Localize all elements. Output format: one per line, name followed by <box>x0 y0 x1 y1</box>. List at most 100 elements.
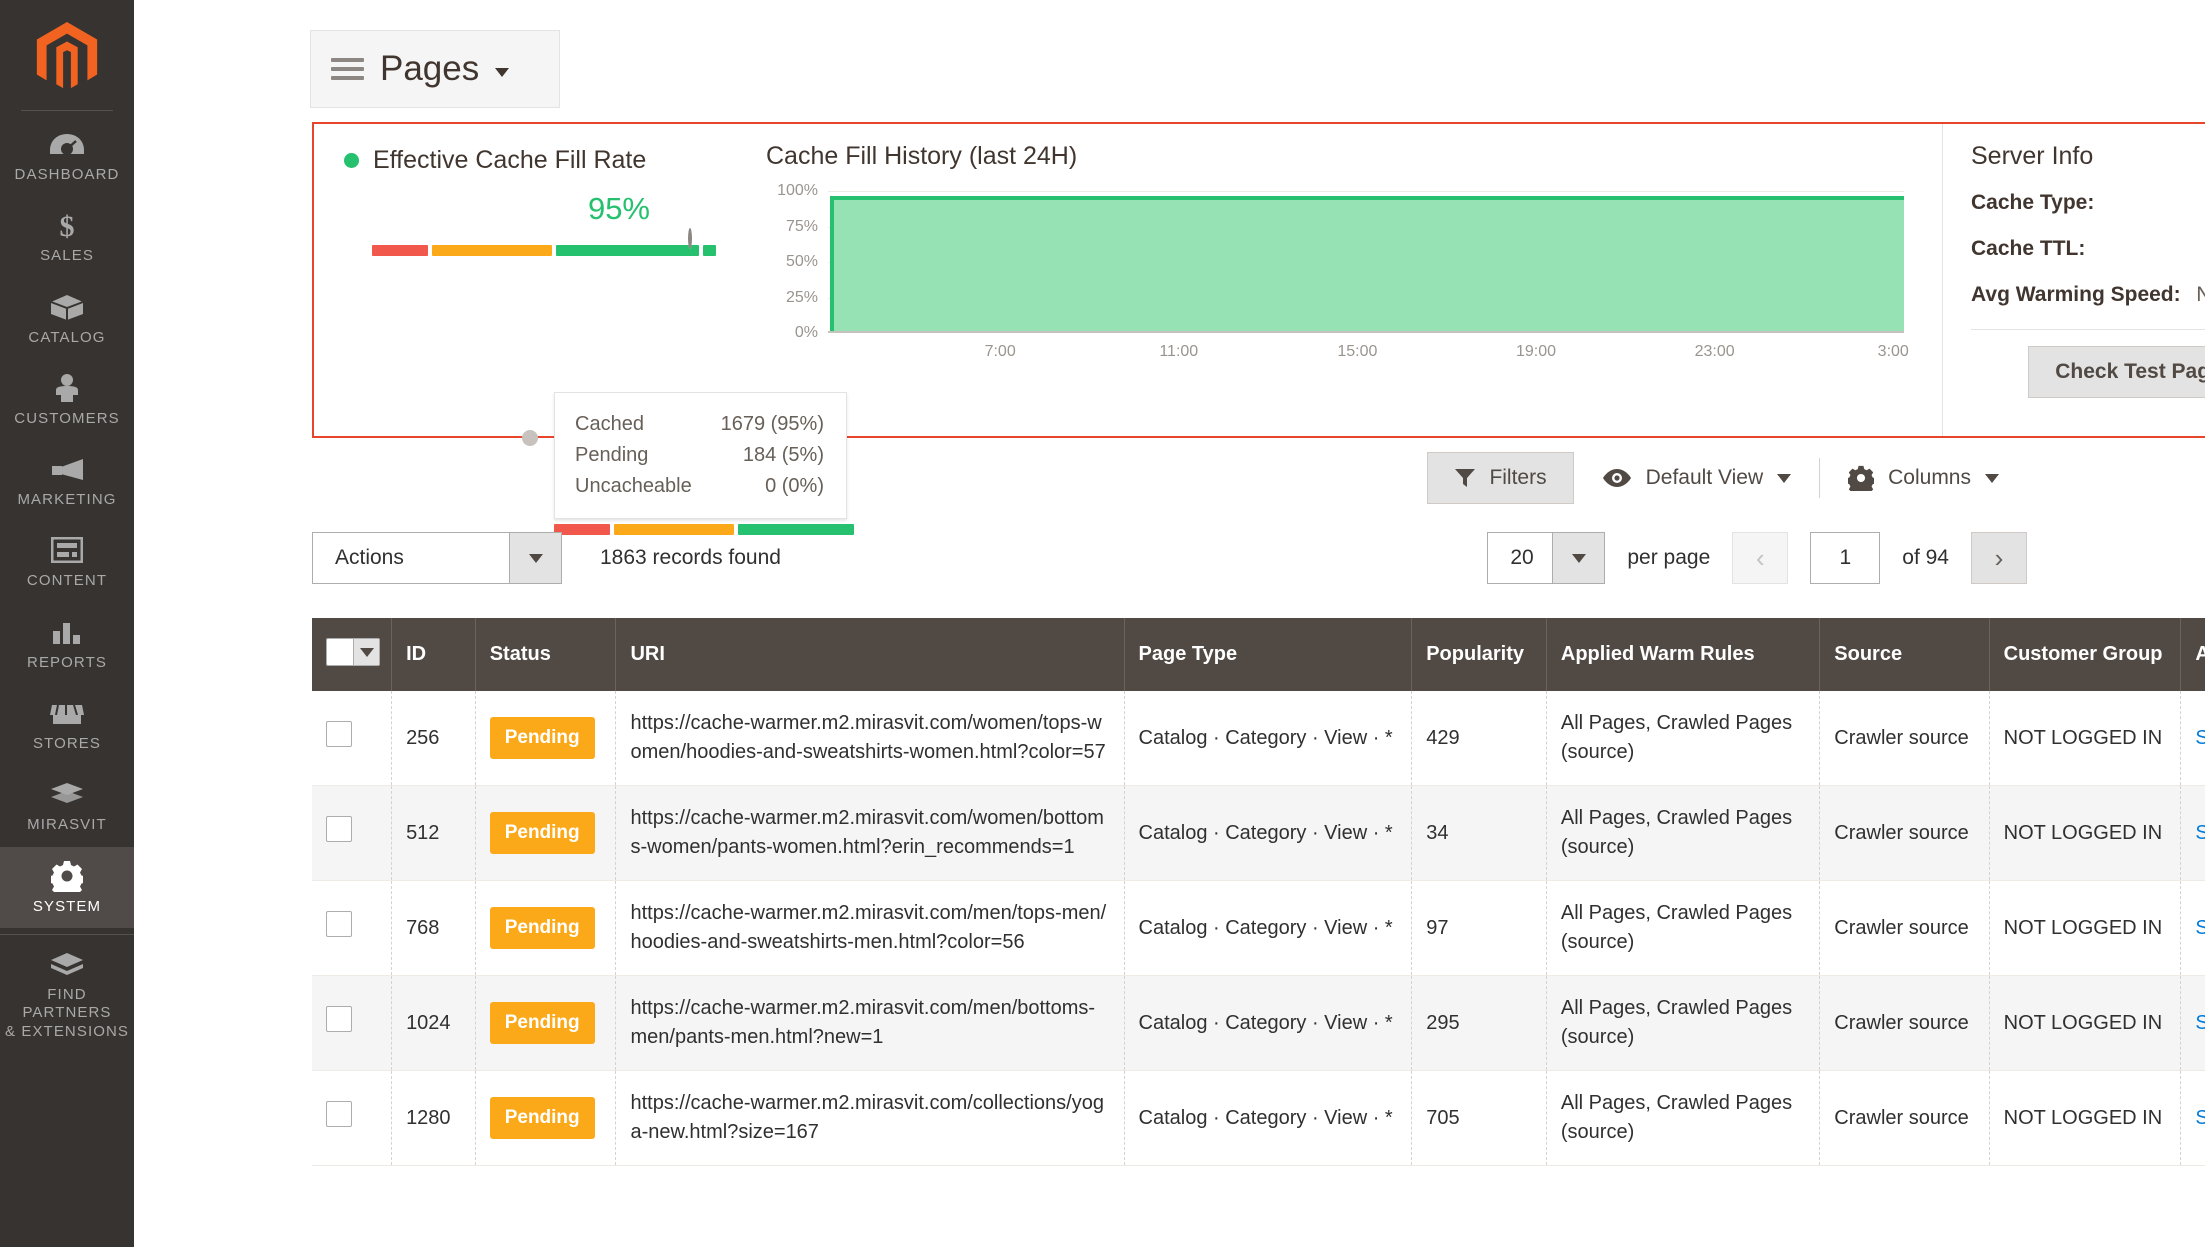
row-checkbox[interactable] <box>326 911 352 937</box>
cell-action[interactable]: Select <box>2181 786 2205 881</box>
table-body: 256 Pending https://cache-warmer.m2.mira… <box>312 691 2205 1166</box>
sidebar-item-label: CUSTOMERS <box>14 410 119 428</box>
cell-source: Crawler source <box>1820 786 1989 881</box>
row-checkbox[interactable] <box>326 1101 352 1127</box>
sidebar-item-dashboard[interactable]: DASHBOARD <box>0 115 134 196</box>
fill-rate-gauge <box>344 245 716 256</box>
default-view-label: Default View <box>1646 466 1764 490</box>
column-header-uri[interactable]: URI <box>616 618 1124 691</box>
filters-button[interactable]: Filters <box>1427 452 1573 504</box>
table-row[interactable]: 1024 Pending https://cache-warmer.m2.mir… <box>312 976 2205 1071</box>
column-header-id[interactable]: ID <box>392 618 476 691</box>
row-checkbox-cell[interactable] <box>312 1071 392 1166</box>
sidebar-item-mirasvit[interactable]: MIRASVIT <box>0 765 134 846</box>
magento-logo-icon <box>34 22 100 92</box>
table-row[interactable]: 512 Pending https://cache-warmer.m2.mira… <box>312 786 2205 881</box>
cell-id: 1280 <box>392 1071 476 1166</box>
chevron-down-icon <box>1985 474 1999 483</box>
actions-select[interactable]: Actions <box>312 532 562 584</box>
sidebar-item-label: SALES <box>40 247 94 265</box>
column-header-select-all[interactable] <box>312 618 392 691</box>
cell-action[interactable]: Select <box>2181 691 2205 786</box>
sidebar-item-content[interactable]: CONTENT <box>0 521 134 602</box>
admin-app: DASHBOARD $ SALES CATALOG CUSTOMERS MARK… <box>0 0 2205 1247</box>
column-header-status[interactable]: Status <box>475 618 616 691</box>
sidebar-item-catalog[interactable]: CATALOG <box>0 278 134 359</box>
sidebar-item-stores[interactable]: STORES <box>0 684 134 765</box>
select-action-dropdown[interactable]: Select <box>2195 1009 2205 1038</box>
column-header-action[interactable]: Action <box>2181 618 2205 691</box>
row-checkbox[interactable] <box>326 721 352 747</box>
column-header-source[interactable]: Source <box>1820 618 1989 691</box>
select-action-dropdown[interactable]: Select <box>2195 914 2205 943</box>
server-info-divider <box>1971 329 2205 330</box>
table-row[interactable]: 256 Pending https://cache-warmer.m2.mira… <box>312 691 2205 786</box>
sidebar-item-reports[interactable]: REPORTS <box>0 603 134 684</box>
table-header: ID Status URI Page Type Popularity Appli… <box>312 618 2205 691</box>
sidebar-item-sales[interactable]: $ SALES <box>0 196 134 277</box>
page-title: Pages <box>380 49 479 89</box>
cell-id: 512 <box>392 786 476 881</box>
cell-action[interactable]: Select <box>2181 881 2205 976</box>
page-number-input[interactable]: 1 <box>1810 532 1880 584</box>
per-page-select[interactable]: 20 <box>1487 532 1605 584</box>
legend-label: Pending <box>575 440 648 471</box>
cell-id: 256 <box>392 691 476 786</box>
select-action-dropdown[interactable]: Select <box>2195 819 2205 848</box>
row-checkbox-cell[interactable] <box>312 691 392 786</box>
status-dot-icon <box>344 153 359 168</box>
row-checkbox-cell[interactable] <box>312 786 392 881</box>
x-tick-label: 3:00 <box>1878 343 1909 361</box>
bar-chart-icon <box>48 617 86 647</box>
mirasvit-icon <box>48 779 86 809</box>
column-header-customer-group[interactable]: Customer Group <box>1989 618 2181 691</box>
server-info-title: Server Info <box>1971 142 2205 171</box>
effective-cache-fill-rate-block: Effective Cache Fill Rate 95% <box>314 124 738 436</box>
cache-dashboard-panel: Effective Cache Fill Rate 95% <box>312 122 2205 438</box>
cell-status: Pending <box>475 976 616 1071</box>
gauge-segment-green-tip <box>703 245 716 256</box>
column-header-warm-rules[interactable]: Applied Warm Rules <box>1546 618 1819 691</box>
row-checkbox-cell[interactable] <box>312 881 392 976</box>
column-header-popularity[interactable]: Popularity <box>1412 618 1547 691</box>
row-checkbox[interactable] <box>326 1006 352 1032</box>
previous-page-button[interactable]: ‹ <box>1732 532 1788 584</box>
select-action-dropdown[interactable]: Select <box>2195 1104 2205 1133</box>
default-view-dropdown[interactable]: Default View <box>1574 466 1820 490</box>
chevron-down-icon <box>509 533 561 583</box>
check-test-page-button[interactable]: Check Test Page <box>2028 346 2205 398</box>
select-all-checkbox[interactable] <box>326 638 380 666</box>
columns-dropdown[interactable]: Columns <box>1820 465 2027 491</box>
cell-page-type: Catalog · Category · View · * <box>1124 881 1412 976</box>
row-checkbox[interactable] <box>326 816 352 842</box>
cell-id: 768 <box>392 881 476 976</box>
sidebar-item-system[interactable]: SYSTEM <box>0 847 134 928</box>
cell-uri: https://cache-warmer.m2.mirasvit.com/men… <box>616 881 1124 976</box>
sidebar-item-label: STORES <box>33 735 101 753</box>
storefront-icon <box>48 698 86 728</box>
y-tick-label: 75% <box>786 218 818 236</box>
chart-y-axis: 100% 75% 50% 25% 0% <box>766 191 818 333</box>
sidebar-item-customers[interactable]: CUSTOMERS <box>0 359 134 440</box>
cell-status: Pending <box>475 1071 616 1166</box>
cell-page-type: Catalog · Category · View · * <box>1124 976 1412 1071</box>
cell-action[interactable]: Select <box>2181 1071 2205 1166</box>
row-checkbox-cell[interactable] <box>312 976 392 1071</box>
table-row[interactable]: 1280 Pending https://cache-warmer.m2.mir… <box>312 1071 2205 1166</box>
server-info-key: Cache TTL: <box>1971 237 2085 261</box>
total-pages-label: of 94 <box>1902 546 1949 570</box>
column-header-page-type[interactable]: Page Type <box>1124 618 1412 691</box>
select-action-dropdown[interactable]: Select <box>2195 724 2205 753</box>
cell-source: Crawler source <box>1820 976 1989 1071</box>
cell-customer-group: NOT LOGGED IN <box>1989 881 2181 976</box>
table-row[interactable]: 768 Pending https://cache-warmer.m2.mira… <box>312 881 2205 976</box>
next-page-button[interactable]: › <box>1971 532 2027 584</box>
gauge-segment-amber <box>432 245 552 256</box>
gauge-icon <box>48 129 86 159</box>
x-tick-label: 15:00 <box>1337 343 1377 361</box>
page-title-dropdown[interactable]: Pages <box>310 30 560 108</box>
cell-action[interactable]: Select <box>2181 976 2205 1071</box>
magento-logo[interactable] <box>0 14 134 110</box>
sidebar-item-marketing[interactable]: MARKETING <box>0 440 134 521</box>
sidebar-item-find-partners[interactable]: FIND PARTNERS & EXTENSIONS <box>0 935 134 1053</box>
